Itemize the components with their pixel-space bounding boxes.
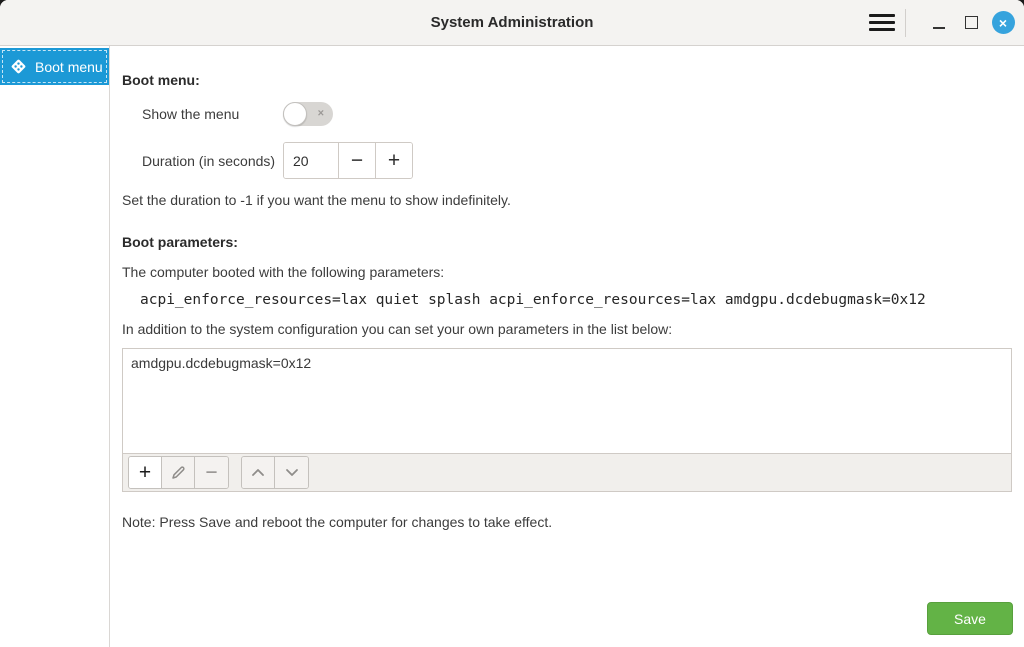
duration-hint: Set the duration to -1 if you want the m… — [122, 192, 1012, 208]
hamburger-bar — [869, 28, 895, 31]
show-menu-toggle[interactable]: × — [283, 102, 333, 126]
edit-param-button[interactable] — [162, 457, 195, 488]
duration-decrease-button[interactable]: − — [338, 143, 375, 178]
app-window: System Administration × — [0, 0, 1024, 647]
close-icon: × — [992, 11, 1015, 34]
minimize-button[interactable] — [926, 10, 952, 36]
show-menu-row: Show the menu × — [142, 102, 1012, 126]
duration-input[interactable] — [284, 143, 338, 178]
titlebar-separator — [905, 9, 906, 37]
main-panel: Boot menu: Show the menu × Duration (in … — [110, 46, 1024, 647]
booted-parameters-value: acpi_enforce_resources=lax quiet splash … — [140, 292, 1012, 308]
hamburger-bar — [869, 14, 895, 17]
titlebar-controls: × — [869, 0, 1016, 45]
duration-label: Duration (in seconds) — [142, 153, 283, 169]
duration-row: Duration (in seconds) − + — [142, 143, 1012, 178]
save-note: Note: Press Save and reboot the computer… — [122, 514, 1012, 530]
hamburger-icon[interactable] — [869, 10, 895, 36]
duration-spinbutton: − + — [283, 142, 413, 179]
move-up-button[interactable] — [242, 457, 275, 488]
toggle-off-icon: × — [318, 109, 324, 120]
remove-param-button[interactable]: − — [195, 457, 228, 488]
maximize-icon — [965, 16, 978, 29]
chevron-down-icon — [285, 468, 299, 477]
boot-menu-heading: Boot menu: — [122, 46, 1012, 88]
maximize-button[interactable] — [958, 10, 984, 36]
sidebar-item-label: Boot menu — [35, 59, 103, 75]
boot-parameters-heading: Boot parameters: — [122, 208, 1012, 250]
save-button[interactable]: Save — [927, 602, 1013, 635]
sidebar: Boot menu — [0, 46, 110, 647]
window-title: System Administration — [431, 14, 594, 31]
minus-icon: − — [205, 462, 217, 483]
pencil-icon — [171, 465, 186, 480]
plus-icon: + — [139, 462, 151, 483]
sidebar-item-boot-menu[interactable]: Boot menu — [0, 48, 109, 85]
minimize-icon — [933, 27, 945, 29]
add-param-button[interactable]: + — [129, 457, 162, 488]
list-item[interactable]: amdgpu.dcdebugmask=0x12 — [123, 349, 1011, 377]
hamburger-bar — [869, 21, 895, 24]
chevron-up-icon — [251, 468, 265, 477]
move-down-button[interactable] — [275, 457, 308, 488]
list-toolbar: + − — [122, 454, 1012, 492]
duration-increase-button[interactable]: + — [375, 143, 412, 178]
boot-diamond-icon — [10, 58, 27, 75]
custom-params-label: In addition to the system configuration … — [122, 321, 1012, 337]
close-button[interactable]: × — [990, 10, 1016, 36]
toggle-knob — [283, 102, 307, 126]
show-menu-label: Show the menu — [142, 106, 283, 122]
titlebar: System Administration × — [0, 0, 1024, 46]
booted-with-label: The computer booted with the following p… — [122, 264, 1012, 280]
edit-button-group: + − — [128, 456, 229, 489]
custom-params-list[interactable]: amdgpu.dcdebugmask=0x12 — [122, 348, 1012, 454]
move-button-group — [241, 456, 309, 489]
